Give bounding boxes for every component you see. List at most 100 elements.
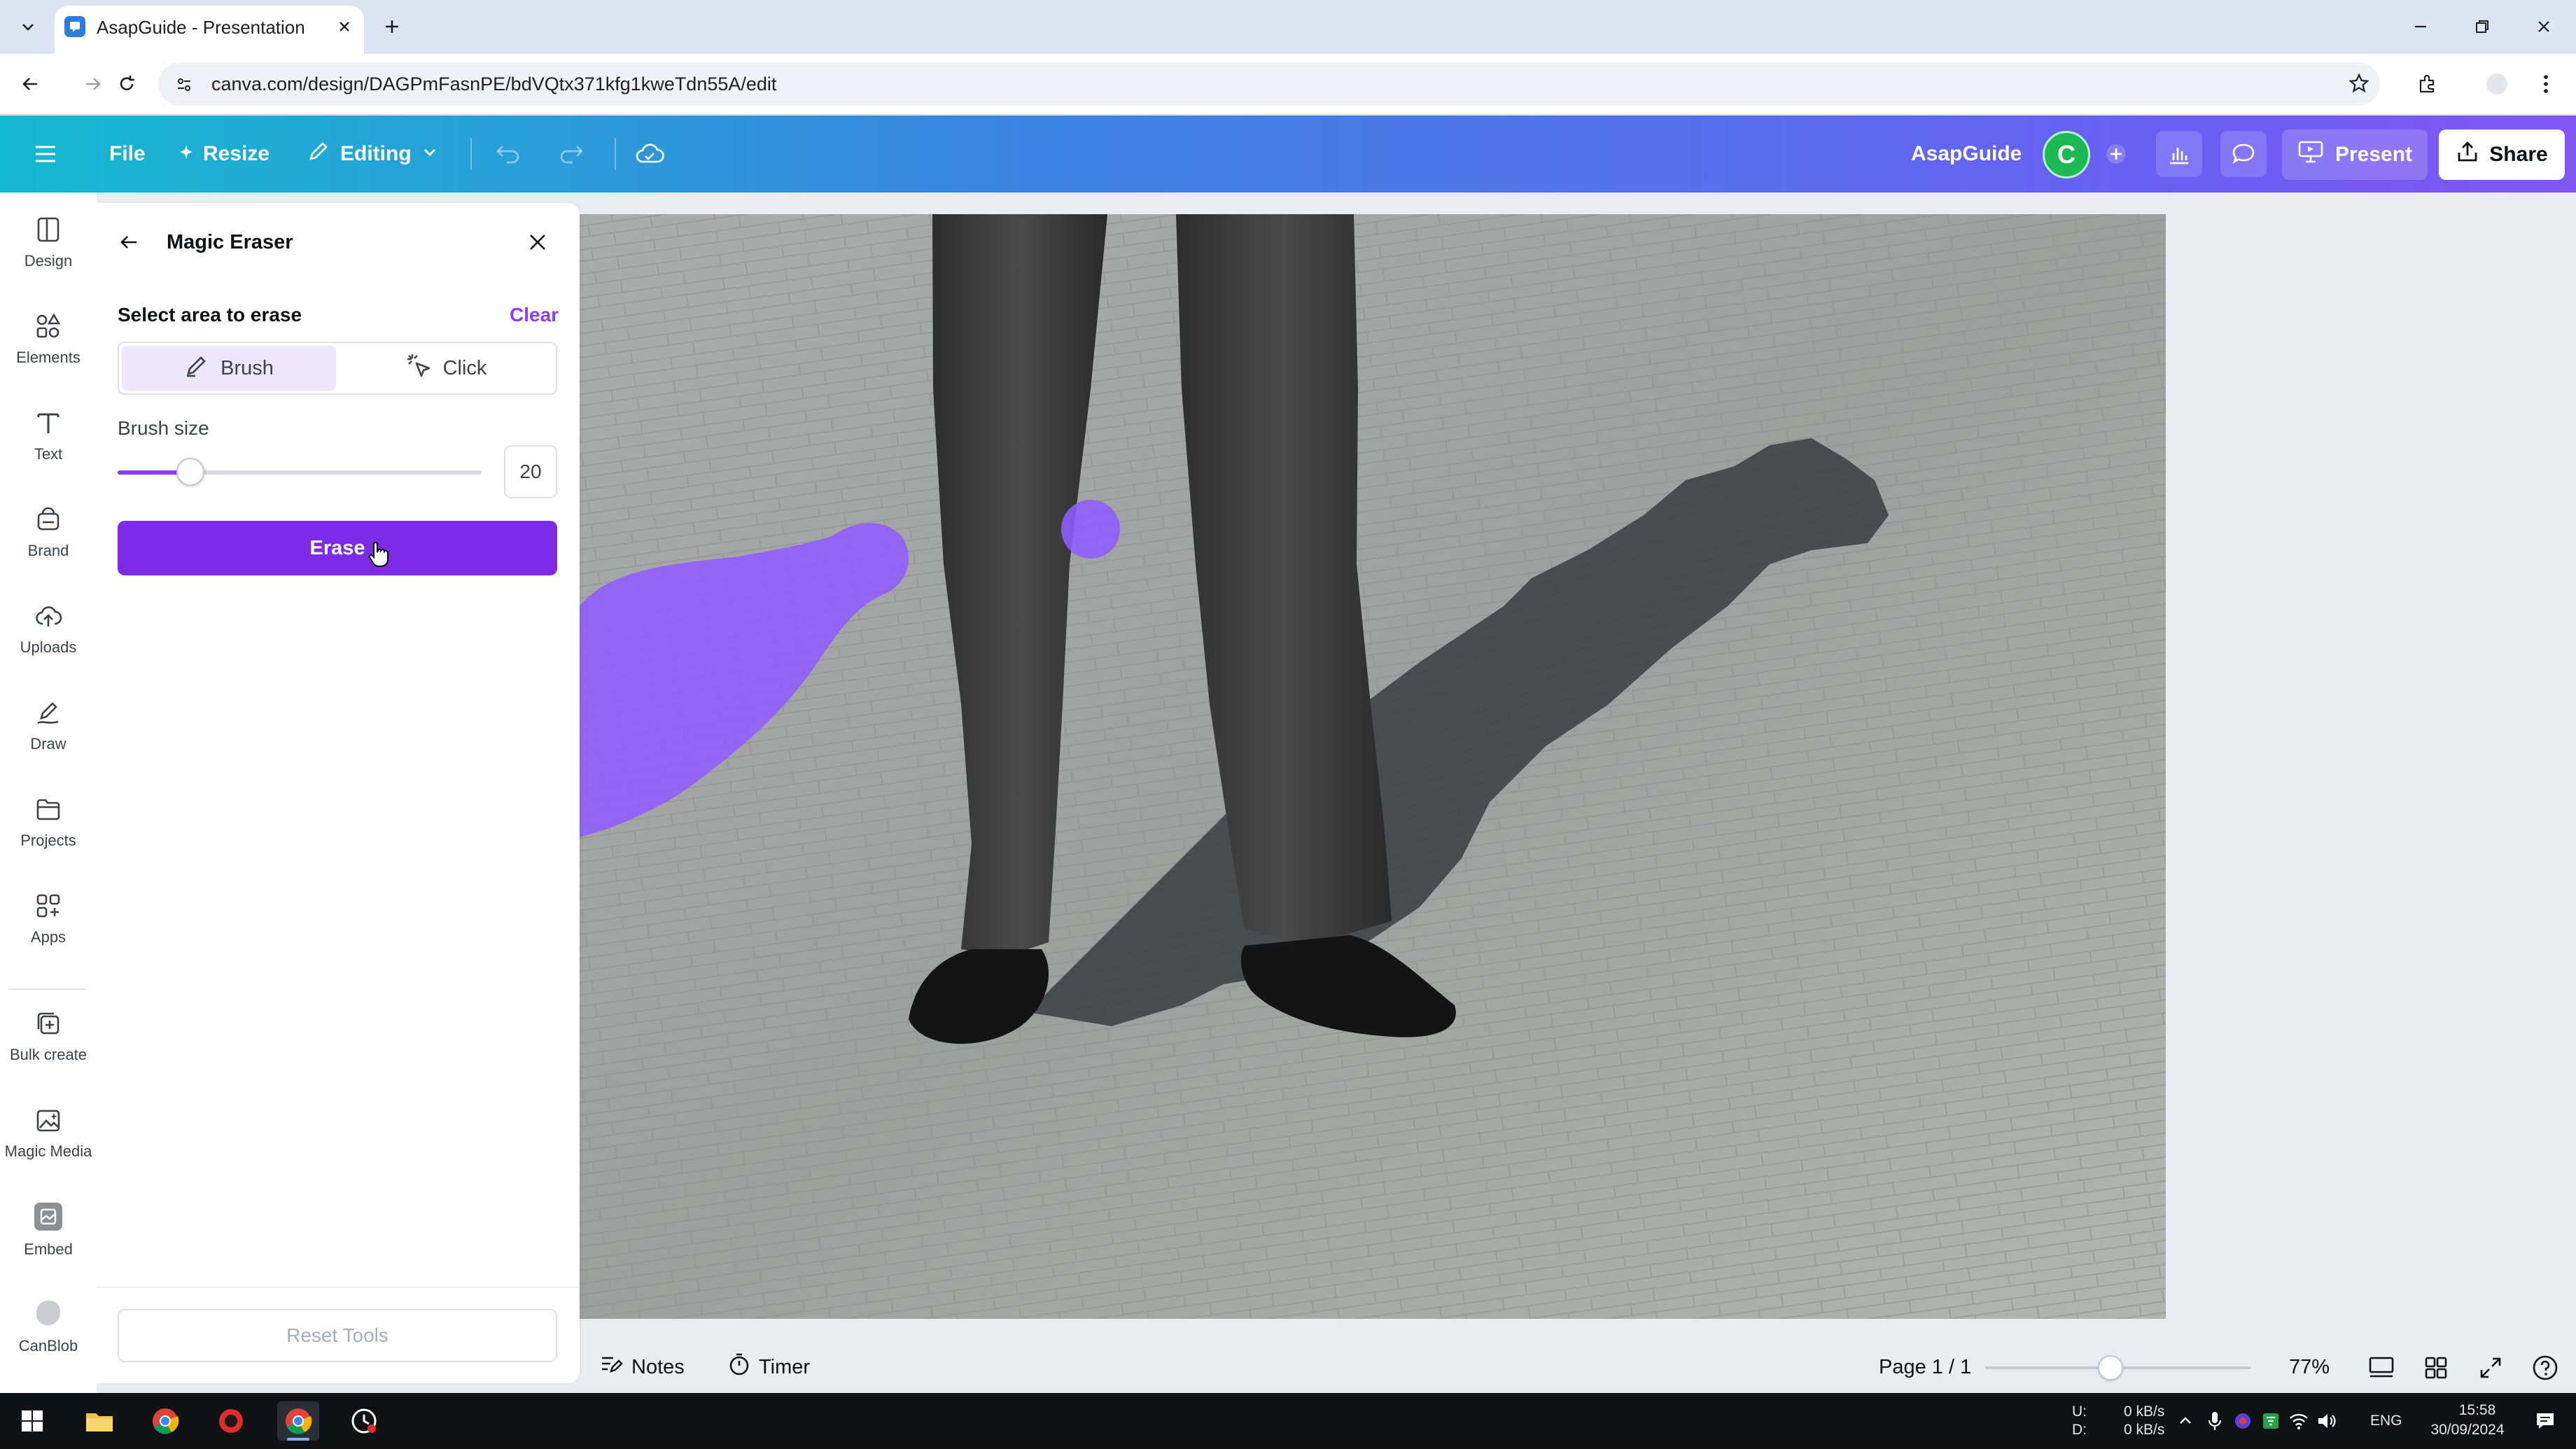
browser-menu-icon[interactable] [2530,68,2562,100]
file-menu[interactable]: File [109,115,146,192]
new-tab-icon[interactable] [378,13,406,41]
timer-button[interactable]: Timer [728,1352,810,1382]
profile-icon[interactable] [2481,68,2513,100]
brush-size-slider-thumb[interactable] [176,458,204,486]
sidebar-item-magic-media[interactable]: Magic Media [0,1091,97,1175]
chrome-active-icon[interactable] [277,1401,319,1441]
notes-label: Notes [631,1355,685,1378]
close-icon[interactable] [522,227,553,258]
tray-green-icon[interactable] [2258,1401,2283,1441]
tab-search-chevron-icon[interactable] [14,13,42,41]
notification-center-icon[interactable] [2528,1401,2562,1441]
microphone-icon[interactable] [2202,1401,2227,1441]
volume-icon[interactable] [2314,1401,2339,1441]
cloud-save-icon[interactable] [634,115,665,192]
forward-icon[interactable] [77,68,109,100]
sidebar-item-text[interactable]: Text [0,394,97,478]
help-icon[interactable] [2530,1352,2561,1383]
screen-recorder-icon[interactable] [210,1401,252,1441]
back-icon[interactable] [14,68,46,100]
share-icon [2456,140,2479,169]
brush-size-slider[interactable] [118,470,482,475]
erase-button[interactable]: Erase [118,521,557,575]
chevron-down-icon [421,142,438,166]
tab-close-icon[interactable] [332,14,357,39]
editing-label: Editing [340,142,412,165]
sidebar-item-uploads[interactable]: Uploads [0,587,97,671]
window-close-icon[interactable] [2523,10,2565,43]
clear-button[interactable]: Clear [510,304,559,326]
address-bar: canva.com/design/DAGPmFasnPE/bdVQtx371kf… [0,54,2576,115]
brush-size-label: Brush size [118,417,209,439]
clock-app-icon[interactable] [343,1401,385,1441]
invite-plus-icon[interactable] [2093,131,2139,177]
notes-button[interactable]: Notes [599,1352,685,1382]
header-divider [470,138,472,170]
sidebar-item-draw[interactable]: Draw [0,684,97,768]
clock-date[interactable]: 30/09/2024 [2415,1421,2520,1439]
wifi-icon[interactable] [2286,1401,2311,1441]
present-button[interactable]: Present [2282,130,2428,180]
team-name[interactable]: AsapGuide [1911,115,2022,192]
timer-label: Timer [759,1355,811,1378]
tray-chevron-icon[interactable] [2173,1401,2198,1441]
magic-media-icon [36,1110,60,1132]
back-arrow-icon[interactable] [115,228,143,256]
zoom-level[interactable]: 77% [2289,1352,2330,1382]
design-canvas[interactable] [580,214,2166,1319]
extensions-icon[interactable] [2411,68,2443,100]
notes-icon [599,1354,623,1380]
design-icon [37,217,59,242]
zoom-slider-thumb[interactable] [2097,1355,2123,1380]
brush-size-input[interactable]: 20 [504,445,557,498]
undo-icon[interactable] [494,115,522,192]
mode-toggle: Brush Click [118,342,557,395]
redo-icon[interactable] [557,115,585,192]
sidebar-item-elements[interactable]: Elements [0,298,97,382]
fullscreen-icon[interactable] [2475,1352,2506,1383]
reset-tools-button[interactable]: Reset Tools [118,1309,557,1362]
sidebar-item-bulk-create[interactable]: Bulk create [0,995,97,1079]
clock-time[interactable]: 15:58 [2439,1401,2516,1420]
comment-icon[interactable] [2220,131,2267,177]
rail-divider [8,988,85,990]
windows-start-icon[interactable] [11,1401,53,1441]
sidebar-item-brand[interactable]: Brand [0,491,97,575]
sidebar-item-label: Text [34,445,63,463]
share-button[interactable]: Share [2439,130,2565,180]
resize-button[interactable]: Resize [178,115,270,192]
sidebar-item-label: CanBlob [18,1337,78,1354]
click-mode-button[interactable]: Click [339,346,553,391]
minimize-icon[interactable] [2400,10,2442,43]
avatar[interactable]: C [2043,131,2090,178]
active-app-indicator [287,1438,309,1441]
site-settings-icon[interactable] [172,73,196,97]
restore-icon[interactable] [2461,10,2503,43]
bookmark-star-icon[interactable] [2345,69,2373,97]
language-indicator[interactable]: ENG [2370,1412,2402,1430]
url-field[interactable]: canva.com/design/DAGPmFasnPE/bdVQtx371kf… [158,62,2380,106]
sidebar-item-projects[interactable]: Projects [0,780,97,864]
brush-mode-button[interactable]: Brush [122,346,336,391]
tray-app-icon[interactable] [2230,1401,2255,1441]
page-view-icon[interactable] [2366,1352,2397,1383]
page-indicator[interactable]: Page 1 / 1 [1879,1352,1971,1382]
reload-icon[interactable] [111,68,143,100]
file-explorer-icon[interactable] [78,1401,120,1441]
main-menu-icon[interactable] [34,115,57,192]
embed-icon [34,1203,62,1231]
projects-icon [36,799,60,820]
sidebar-item-apps[interactable]: Apps [0,877,97,961]
insights-chart-icon[interactable] [2156,131,2202,177]
editing-mode-dropdown[interactable]: Editing [307,115,438,192]
sidebar-item-label: Uploads [20,638,77,656]
brush-mode-label: Brush [220,356,274,379]
chrome-icon[interactable] [144,1401,186,1441]
taskbar: U: D: 0 kB/s 0 kB/s ENG 15:58 30/09/2024 [0,1393,2576,1449]
sidebar-item-canblob[interactable]: CanBlob [0,1284,97,1368]
click-cursor-icon [405,352,432,384]
apps-icon [36,894,60,918]
grid-view-icon[interactable] [2421,1352,2451,1383]
sidebar-item-embed[interactable]: Embed [0,1188,97,1272]
sidebar-item-design[interactable]: Design [0,201,97,285]
